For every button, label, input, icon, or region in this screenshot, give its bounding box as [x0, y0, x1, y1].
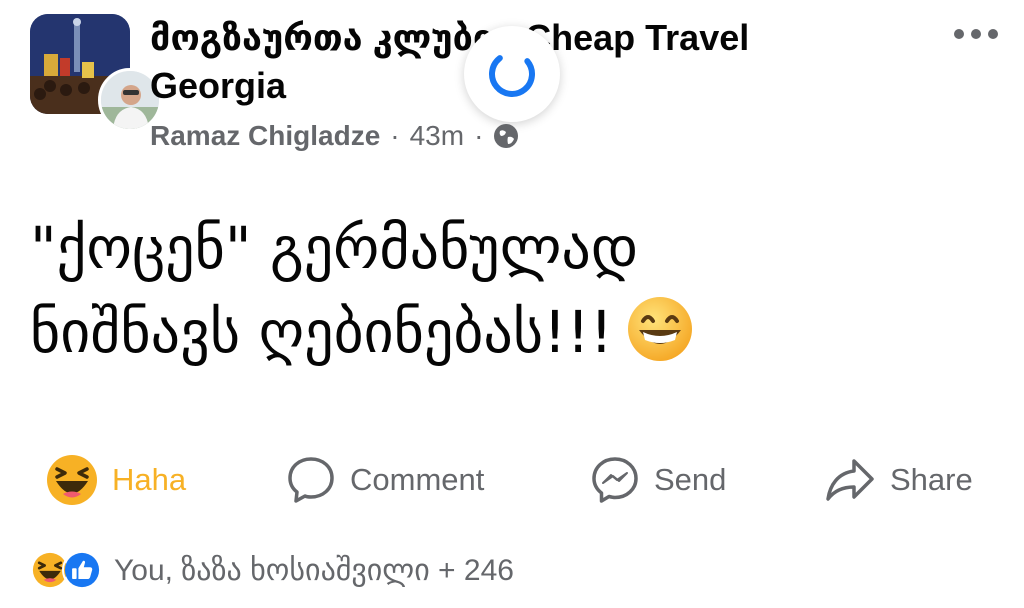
avatar-stack[interactable] — [30, 14, 162, 132]
meta-separator: · — [390, 120, 400, 151]
haha-icon — [47, 455, 97, 505]
reactions-summary[interactable]: You, ზაზა ხოსიაშვილი + 246 — [30, 546, 514, 594]
send-label: Send — [654, 462, 727, 497]
like-icon — [62, 550, 102, 590]
share-button[interactable]: Share — [824, 448, 973, 512]
author-name[interactable]: Ramaz Chigladze — [150, 120, 380, 152]
messenger-icon — [592, 457, 638, 503]
share-icon — [826, 459, 874, 501]
post-body-line-2: ნიშნავს ღებინებას!!! — [30, 290, 990, 374]
more-dot-icon — [988, 29, 998, 39]
share-label: Share — [890, 462, 973, 497]
post-time[interactable]: 43m — [410, 120, 464, 152]
comment-label: Comment — [350, 462, 485, 497]
send-button[interactable]: Send — [590, 448, 726, 512]
more-dot-icon — [954, 29, 964, 39]
post-body-line: "ქოცენ" გერმანულად — [30, 214, 639, 282]
reaction-icons — [30, 550, 102, 590]
meta-separator: · — [474, 120, 484, 151]
post-body-line: ნიშნავს ღებინებას!!! — [30, 298, 613, 366]
globe-icon[interactable] — [493, 123, 519, 149]
haha-reaction-button[interactable]: Haha — [46, 448, 186, 512]
spinner-icon — [489, 51, 535, 97]
loading-spinner — [464, 26, 560, 122]
grinning-emoji-icon — [627, 297, 692, 361]
more-options-button[interactable] — [944, 14, 1008, 54]
more-dot-icon — [971, 29, 981, 39]
reactions-text: You, ზაზა ხოსიაშვილი + 246 — [114, 553, 514, 587]
action-bar: Haha Comment Send Share — [0, 448, 1024, 512]
post-body: "ქოცენ" გერმანულად ნიშნავს ღებინებას!!! — [30, 206, 990, 374]
haha-label: Haha — [112, 462, 187, 497]
post-meta: Ramaz Chigladze · 43m · — [150, 116, 519, 156]
comment-icon — [288, 457, 334, 503]
comment-button[interactable]: Comment — [286, 448, 484, 512]
